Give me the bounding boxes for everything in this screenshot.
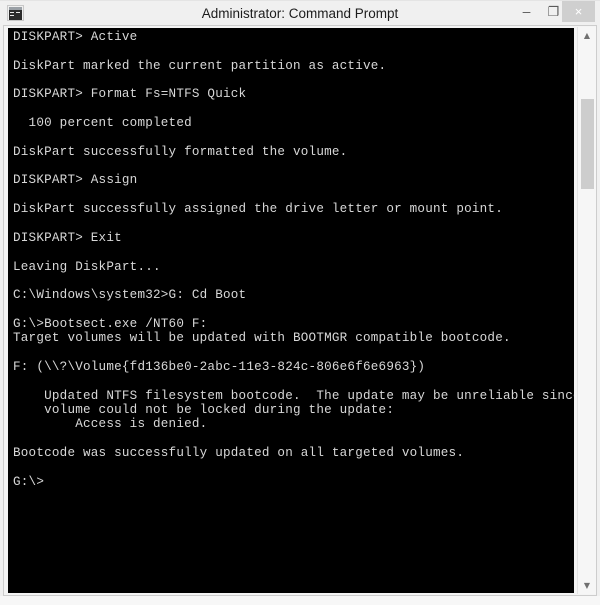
- minimize-icon: –: [522, 3, 531, 19]
- scroll-down-button[interactable]: ▼: [578, 577, 596, 594]
- title-bar[interactable]: Administrator: Command Prompt – ❐ ×: [0, 0, 600, 26]
- window-bottom-edge: [0, 596, 600, 605]
- window-title: Administrator: Command Prompt: [201, 6, 399, 21]
- console-text: DISKPART> Active DiskPart marked the cur…: [13, 30, 574, 489]
- console-output-area[interactable]: DISKPART> Active DiskPart marked the cur…: [8, 28, 574, 593]
- minimize-button[interactable]: –: [513, 1, 540, 22]
- vertical-scrollbar[interactable]: ▲ ▼: [577, 27, 596, 594]
- scrollbar-track-lower[interactable]: [578, 189, 596, 577]
- close-icon: ×: [574, 4, 583, 19]
- chevron-down-icon: ▼: [583, 581, 591, 590]
- command-prompt-window: Administrator: Command Prompt – ❐ × DISK…: [0, 0, 600, 605]
- console-frame: DISKPART> Active DiskPart marked the cur…: [3, 25, 597, 596]
- chevron-up-icon: ▲: [583, 31, 591, 40]
- scrollbar-thumb[interactable]: [581, 99, 594, 189]
- scroll-up-button[interactable]: ▲: [578, 27, 596, 44]
- close-button[interactable]: ×: [562, 1, 595, 22]
- scrollbar-track-upper[interactable]: [578, 44, 596, 99]
